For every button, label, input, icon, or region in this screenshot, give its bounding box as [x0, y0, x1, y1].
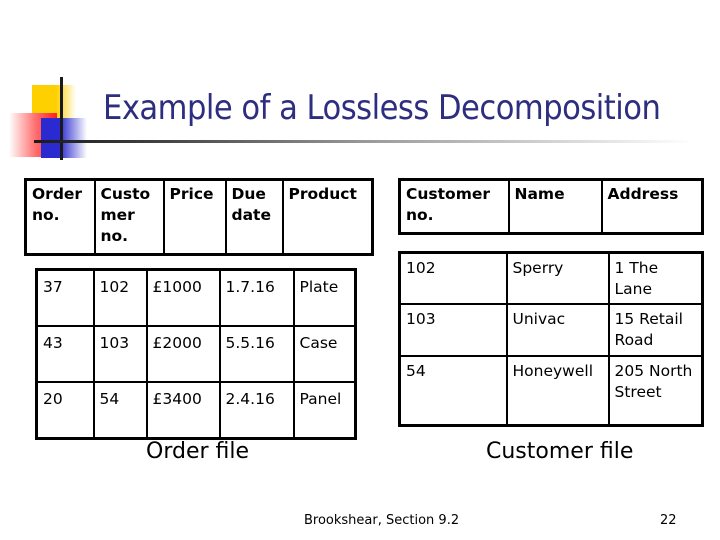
logo-vertical-line: [60, 77, 63, 160]
page-number: 22: [660, 513, 677, 528]
order-header-customer-no-line2: mer: [100, 206, 135, 224]
slide-logo: [0, 60, 694, 170]
order-row: 43 103 £2000 5.5.16 Case: [35, 325, 357, 383]
customer-file-caption: Customer file: [486, 439, 634, 464]
order-row: 20 54 £3400 2.4.16 Panel: [35, 381, 357, 440]
slide-footer: Brookshear, Section 9.2: [304, 513, 460, 528]
customer-header-customer-no: Customer no.: [398, 178, 510, 235]
order-header-price: Price: [162, 178, 227, 256]
order-table-header: Order no. Custo mer no. Price Due date Pro…: [24, 178, 374, 256]
customer-cell-name: Honeywell: [505, 355, 610, 427]
order-table-body: 37 102 £1000 1.7.16 Plate 43 103 £2000 5…: [35, 268, 357, 440]
order-cell-price: £3400: [145, 381, 221, 440]
customer-header-row: Customer no. Name Address: [398, 178, 704, 235]
order-header-product: Product: [281, 178, 374, 256]
order-cell-order-no: 43: [35, 325, 95, 383]
customer-cell-address: 205 North Street: [607, 355, 704, 427]
order-header-customer-no-line3: no.: [100, 227, 129, 245]
customer-cell-customer-no: 103: [398, 303, 508, 357]
order-cell-due-date: 2.4.16: [218, 381, 295, 440]
customer-header-address: Address: [600, 178, 704, 235]
customer-table-header: Customer no. Name Address: [398, 178, 704, 235]
order-cell-order-no: 37: [35, 268, 95, 327]
customer-cell-address: 15 Retail Road: [607, 303, 704, 357]
order-header-customer-no: Custo mer no.: [93, 178, 165, 256]
slide-title: Example of a Lossless Decomposition: [103, 88, 661, 128]
order-cell-customer-no: 102: [92, 268, 148, 327]
order-cell-price: £1000: [145, 268, 221, 327]
order-cell-customer-no: 54: [92, 381, 148, 440]
order-cell-customer-no: 103: [92, 325, 148, 383]
customer-cell-customer-no: 54: [398, 355, 508, 427]
customer-cell-name: Univac: [505, 303, 610, 357]
order-cell-due-date: 1.7.16: [218, 268, 295, 327]
order-cell-price: £2000: [145, 325, 221, 383]
customer-cell-name: Sperry: [505, 251, 610, 305]
order-cell-order-no: 20: [35, 381, 95, 440]
customer-row: 54 Honeywell 205 North Street: [398, 355, 704, 427]
customer-cell-customer-no: 102: [398, 251, 508, 305]
order-cell-product: Case: [292, 325, 357, 383]
customer-row: 103 Univac 15 Retail Road: [398, 303, 704, 357]
order-cell-due-date: 5.5.16: [218, 325, 295, 383]
order-cell-product: Plate: [292, 268, 357, 327]
customer-header-name: Name: [507, 178, 603, 235]
order-header-due-date: Due date: [224, 178, 284, 256]
order-row: 37 102 £1000 1.7.16 Plate: [35, 268, 357, 327]
order-file-caption: Order file: [146, 439, 250, 464]
logo-blue-square: [41, 118, 87, 158]
customer-table-body: 102 Sperry 1 The Lane 103 Univac 15 Reta…: [398, 251, 704, 427]
title-underline-divider: [34, 140, 694, 143]
order-header-row: Order no. Custo mer no. Price Due date Pro…: [24, 178, 374, 256]
customer-row: 102 Sperry 1 The Lane: [398, 251, 704, 305]
order-cell-product: Panel: [292, 381, 357, 440]
customer-cell-address: 1 The Lane: [607, 251, 704, 305]
order-header-order-no: Order no.: [24, 178, 96, 256]
order-header-customer-no-line1: Custo: [100, 185, 151, 203]
